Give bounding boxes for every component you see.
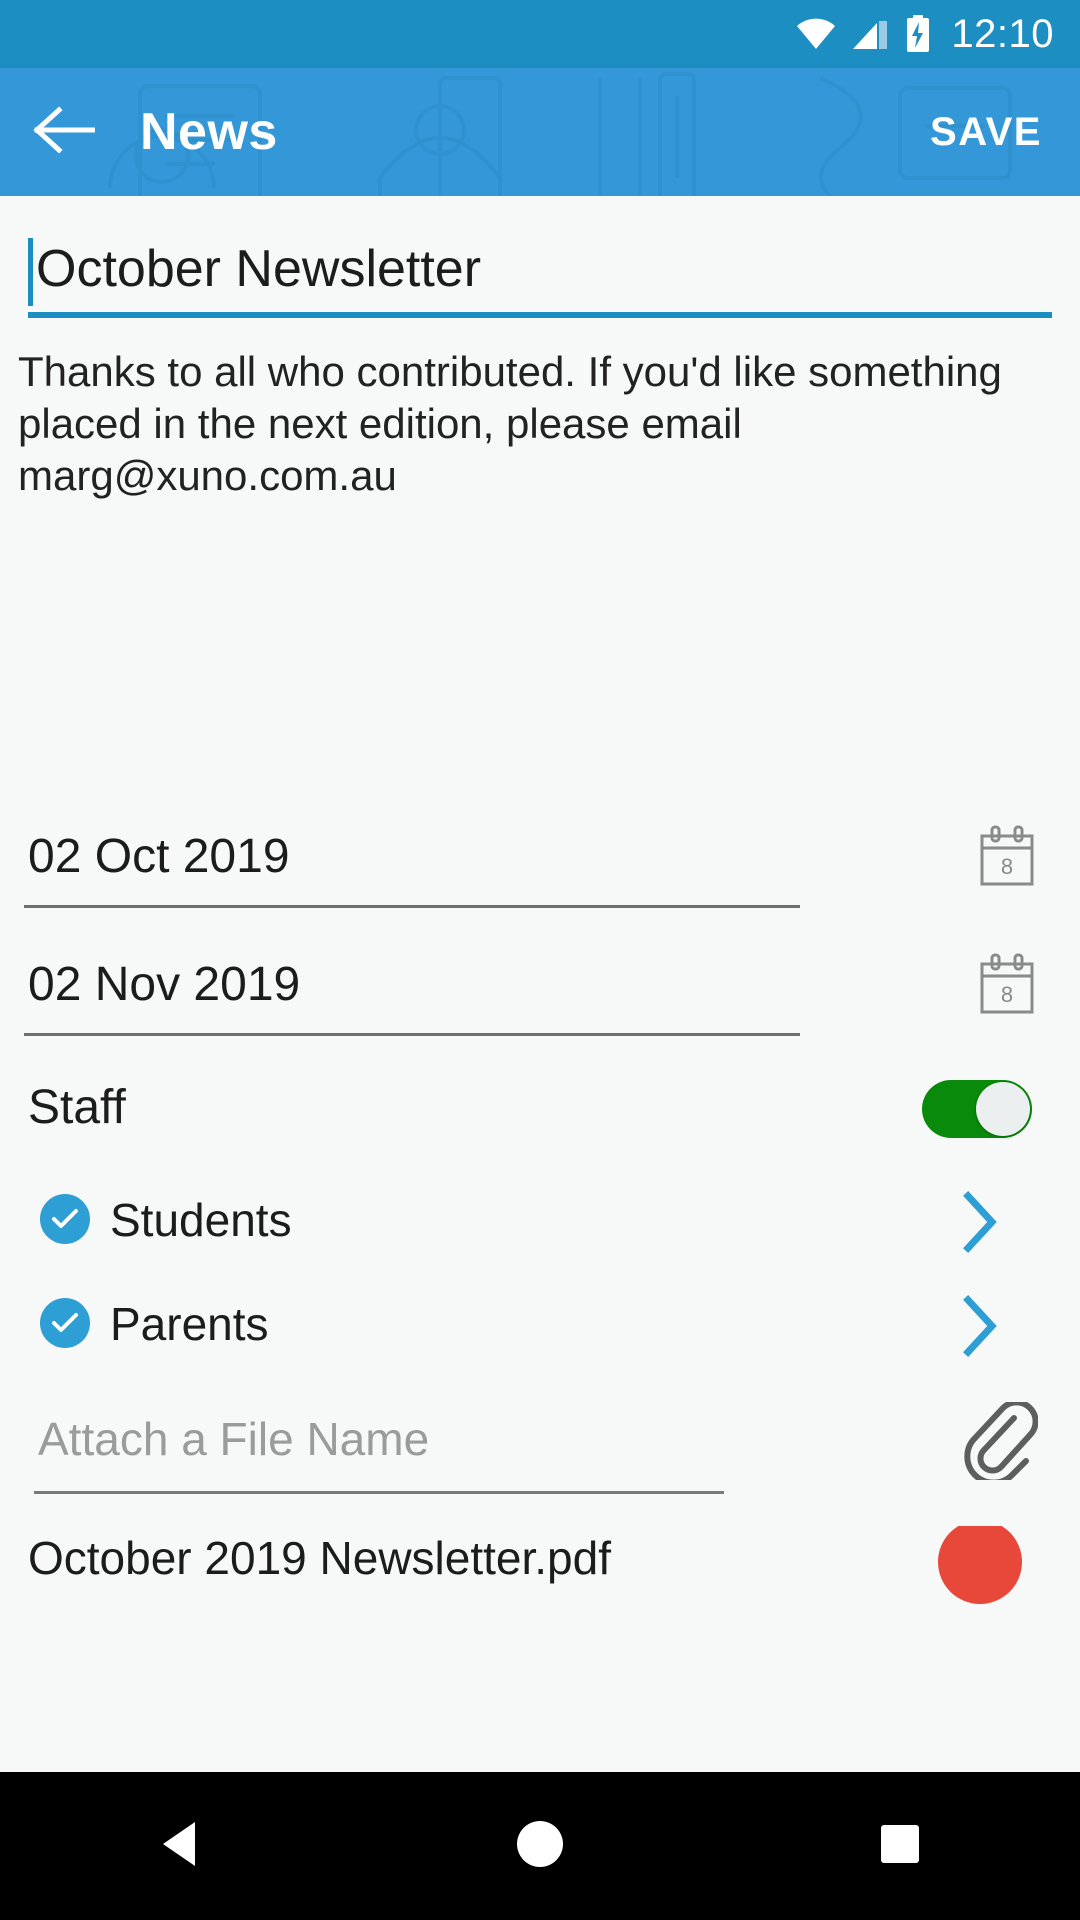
check-circle-icon[interactable] (40, 1194, 90, 1244)
chevron-right-icon[interactable] (960, 1190, 1000, 1259)
calendar-day-label: 8 (1001, 854, 1013, 879)
delete-attachment-button[interactable] (938, 1526, 1022, 1604)
audience-label: Students (110, 1194, 292, 1246)
attach-file-row[interactable]: Attach a File Name (34, 1396, 1054, 1500)
audience-row-students[interactable]: Students (24, 1174, 1056, 1270)
status-bar-time: 12:10 (951, 12, 1054, 56)
attach-file-input[interactable]: Attach a File Name (38, 1396, 429, 1482)
wifi-icon (795, 17, 837, 51)
status-bar: 12:10 (0, 0, 1080, 68)
square-recents-icon (877, 1821, 923, 1872)
audience-row-parents[interactable]: Parents (24, 1278, 1056, 1374)
battery-charging-icon (905, 15, 931, 53)
news-title-field[interactable]: October Newsletter (28, 232, 1052, 318)
android-nav-bar (0, 1772, 1080, 1920)
calendar-icon[interactable]: 8 (976, 824, 1038, 895)
nav-back-button[interactable] (90, 1772, 270, 1920)
attached-file-row[interactable]: October 2019 Newsletter.pdf (24, 1526, 1056, 1616)
chevron-right-icon[interactable] (960, 1294, 1000, 1363)
back-button[interactable] (14, 68, 114, 196)
triangle-back-icon (157, 1818, 203, 1875)
page-title: News (140, 103, 278, 161)
news-body-field[interactable]: Thanks to all who contributed. If you'd … (18, 346, 1068, 502)
toggle-knob (976, 1082, 1030, 1136)
staff-label: Staff (28, 1081, 126, 1134)
calendar-day-label: 8 (1001, 982, 1013, 1007)
start-date-value: 02 Oct 2019 (28, 830, 290, 883)
start-date-underline (24, 905, 800, 908)
end-date-underline (24, 1033, 800, 1036)
arrow-left-icon (33, 105, 96, 159)
staff-row[interactable]: Staff (24, 1058, 1056, 1162)
staff-toggle[interactable] (922, 1080, 1032, 1138)
save-button[interactable]: SAVE (930, 110, 1042, 155)
news-title-underline (28, 312, 1052, 318)
attached-file-name: October 2019 Newsletter.pdf (28, 1532, 611, 1584)
end-date-value: 02 Nov 2019 (28, 958, 301, 1011)
nav-home-button[interactable] (450, 1772, 630, 1920)
paperclip-icon[interactable] (962, 1399, 1039, 1486)
start-date-row[interactable]: 02 Oct 2019 8 (24, 816, 1056, 916)
circle-home-icon (514, 1818, 566, 1875)
nav-recents-button[interactable] (810, 1772, 990, 1920)
news-form: October Newsletter Thanks to all who con… (0, 196, 1080, 1848)
text-caret (28, 238, 33, 306)
audience-label: Parents (110, 1298, 269, 1350)
signal-icon (851, 17, 891, 51)
phone-screen: 12:10 News SAVE October Newsletter Thank… (0, 0, 1080, 1920)
attach-file-underline (34, 1491, 724, 1494)
app-bar: News SAVE (0, 68, 1080, 196)
check-circle-icon[interactable] (40, 1298, 90, 1348)
calendar-icon[interactable]: 8 (976, 952, 1038, 1023)
news-title-value: October Newsletter (36, 240, 482, 298)
end-date-row[interactable]: 02 Nov 2019 8 (24, 944, 1056, 1044)
